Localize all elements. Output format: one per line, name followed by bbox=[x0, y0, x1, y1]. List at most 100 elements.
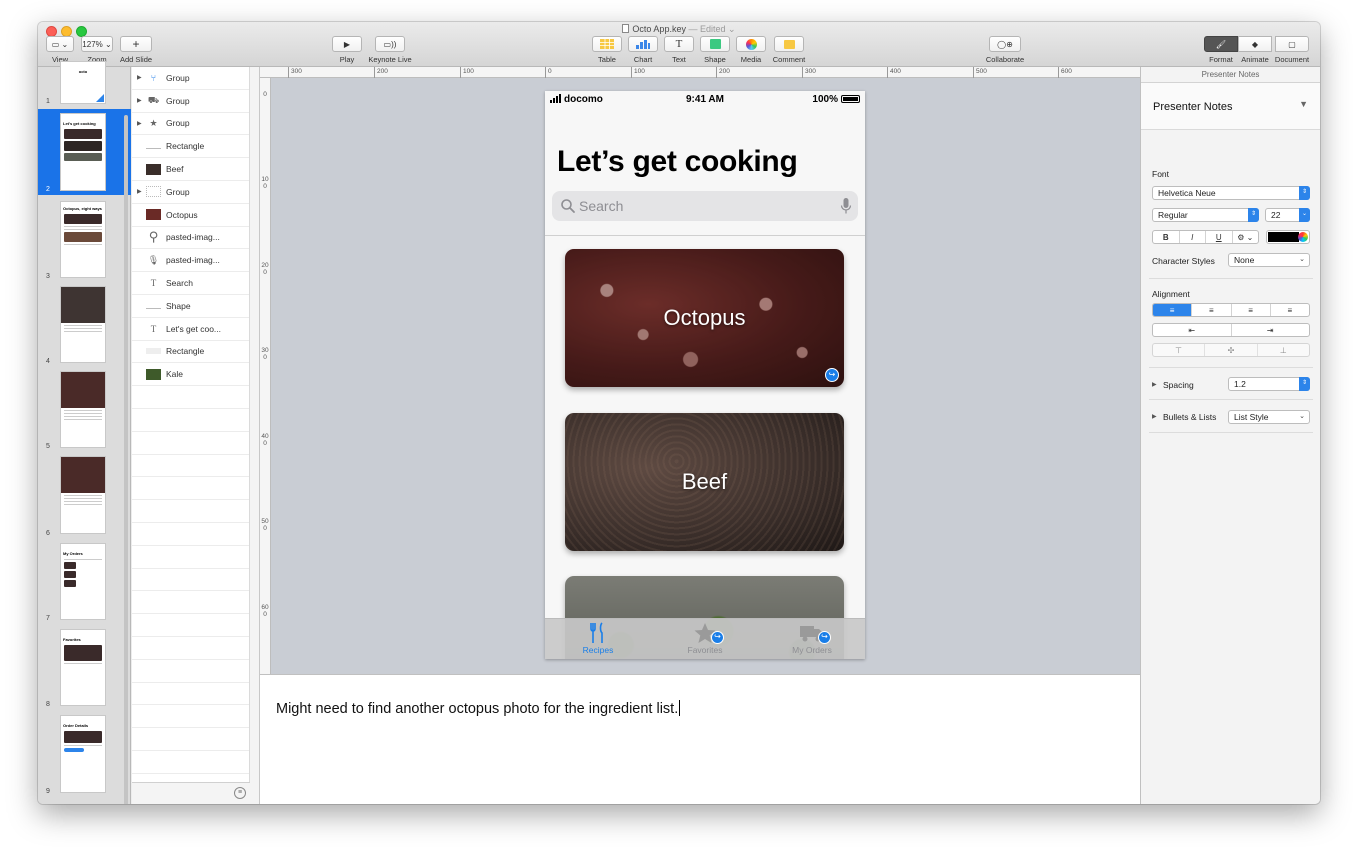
disclosure-triangle-icon[interactable]: ▶ bbox=[137, 97, 142, 104]
table-tool[interactable]: Table bbox=[592, 36, 622, 64]
slide-thumbnail-2[interactable]: Let's get cooking 2 bbox=[38, 109, 131, 195]
zoom-popup[interactable]: 127% ⌄ bbox=[81, 36, 113, 52]
filter-icon[interactable]: ≡ bbox=[234, 787, 246, 799]
layer-row[interactable]: ▶ ⑂ Group bbox=[132, 67, 249, 90]
slide-thumbnail-7[interactable]: My Orders 7 bbox=[38, 539, 131, 624]
table-button[interactable] bbox=[592, 36, 622, 52]
phone-large-title[interactable]: Let’s get cooking bbox=[557, 145, 798, 179]
spacing-popup[interactable]: 1.2 ⇕ bbox=[1228, 377, 1310, 391]
alignment-label: Alignment bbox=[1152, 289, 1190, 299]
layer-row[interactable]: ⚲ pasted-imag... bbox=[132, 227, 249, 250]
chart-button[interactable] bbox=[628, 36, 658, 52]
chevron-down-icon[interactable]: ⌄ bbox=[728, 24, 736, 34]
media-tool[interactable]: Media bbox=[736, 36, 766, 64]
font-size-field[interactable]: 22 ⌄ bbox=[1265, 208, 1310, 222]
chart-tool[interactable]: Chart bbox=[628, 36, 658, 64]
font-style-popup[interactable]: Regular ⇕ bbox=[1152, 208, 1259, 222]
color-wheel-icon[interactable] bbox=[1298, 232, 1308, 242]
font-family-popup[interactable]: Helvetica Neue ⇕ bbox=[1152, 186, 1310, 200]
play-button[interactable]: ▶ bbox=[332, 36, 362, 52]
disclosure-triangle-icon[interactable]: ▶ bbox=[137, 74, 142, 81]
tab-my-orders[interactable]: ↪ My Orders bbox=[759, 622, 865, 655]
align-center-icon[interactable]: ≡ bbox=[1192, 304, 1232, 316]
layer-row[interactable]: Shape bbox=[132, 295, 249, 318]
layer-row[interactable]: Kale bbox=[132, 363, 249, 387]
align-left-icon[interactable]: ≡ bbox=[1153, 304, 1193, 316]
slide-thumbnail-5[interactable]: 5 bbox=[38, 367, 131, 452]
layer-row[interactable]: ▶ ⛟ Group bbox=[132, 90, 249, 113]
zoom-tool[interactable]: 127% ⌄ Zoom bbox=[81, 36, 113, 64]
recipe-card-octopus[interactable]: Octopus ↪ bbox=[565, 249, 844, 387]
text-tool[interactable]: T Text bbox=[664, 36, 694, 64]
disclosure-triangle-icon[interactable]: ▶ bbox=[137, 188, 142, 195]
disclosure-triangle-icon[interactable]: ▶ bbox=[137, 120, 142, 127]
slide-canvas[interactable]: 300 200 100 0 100 200 300 400 500 600 0 … bbox=[260, 67, 1140, 674]
italic-button[interactable]: I bbox=[1180, 231, 1206, 243]
character-styles-popup[interactable]: None ⌄ bbox=[1228, 253, 1310, 267]
list-style-popup[interactable]: List Style ⌄ bbox=[1228, 410, 1310, 424]
keynote-live-tool[interactable]: ▭)) Keynote Live bbox=[366, 36, 414, 64]
view-button[interactable]: ▭ ⌄ bbox=[46, 36, 74, 52]
comment-tool[interactable]: Comment bbox=[772, 36, 806, 64]
layer-row[interactable]: Beef bbox=[132, 158, 249, 181]
card-label: Octopus bbox=[663, 305, 746, 330]
align-right-icon[interactable]: ≡ bbox=[1232, 304, 1271, 316]
layer-row[interactable]: ▶ ★ Group bbox=[132, 113, 249, 136]
phone-mockup-slide[interactable]: docomo 9:41 AM 100% Let’s get cooking Se… bbox=[545, 91, 865, 659]
shape-button[interactable] bbox=[700, 36, 730, 52]
add-slide-button[interactable]: + bbox=[120, 36, 152, 52]
document-button[interactable]: ▢ bbox=[1275, 36, 1309, 52]
recipe-card-beef[interactable]: Beef bbox=[565, 413, 844, 551]
underline-button[interactable]: U bbox=[1206, 231, 1233, 243]
media-button[interactable] bbox=[736, 36, 766, 52]
add-slide-tool[interactable]: + Add Slide bbox=[118, 36, 154, 64]
collaborate-button[interactable]: ◯⊕ bbox=[989, 36, 1021, 52]
paragraph-style-selector[interactable]: Presenter Notes ▼ bbox=[1141, 83, 1320, 130]
slide-thumbnail-6[interactable]: 6 bbox=[38, 452, 131, 539]
format-button[interactable]: 🖌 bbox=[1204, 36, 1238, 52]
align-justify-icon[interactable]: ≡ bbox=[1271, 304, 1309, 316]
layer-row[interactable]: Rectangle bbox=[132, 341, 249, 364]
layer-row[interactable]: ▶ Group bbox=[132, 181, 249, 204]
chevron-down-icon[interactable]: ▼ bbox=[1299, 99, 1308, 109]
slide-thumbnail-1[interactable]: octo 1 bbox=[38, 61, 131, 107]
layer-row[interactable]: 🎙 pasted-imag... bbox=[132, 249, 249, 273]
animate-tool[interactable]: ◆ Animate bbox=[1238, 36, 1272, 64]
increase-indent-icon[interactable]: ⇥ bbox=[1232, 324, 1310, 336]
disclosure-triangle-icon[interactable]: ▶ bbox=[1152, 381, 1157, 388]
text-color-well[interactable] bbox=[1266, 230, 1310, 244]
presenter-notes-editor[interactable]: Might need to find another octopus photo… bbox=[260, 674, 1140, 804]
shape-tool[interactable]: Shape bbox=[700, 36, 730, 64]
keynote-live-button[interactable]: ▭)) bbox=[375, 36, 405, 52]
align-bottom-icon[interactable]: ⊥ bbox=[1258, 344, 1309, 356]
layer-row[interactable]: T Search bbox=[132, 272, 249, 295]
presenter-notes-text[interactable]: Might need to find another octopus photo… bbox=[276, 700, 681, 717]
slide-thumbnail-3[interactable]: Octopus, eight ways 3 bbox=[38, 197, 131, 282]
document-tool[interactable]: ▢ Document bbox=[1272, 36, 1312, 64]
slide-thumbnail-9[interactable]: Order Details 9 bbox=[38, 711, 131, 797]
tab-recipes[interactable]: Recipes bbox=[545, 622, 651, 655]
comment-button[interactable] bbox=[774, 36, 804, 52]
collaborate-tool[interactable]: ◯⊕ Collaborate bbox=[984, 36, 1026, 64]
text-button[interactable]: T bbox=[664, 36, 694, 52]
align-top-icon[interactable]: ⊤ bbox=[1153, 344, 1206, 356]
slide-thumbnail-8[interactable]: Favorites 8 bbox=[38, 625, 131, 710]
decrease-indent-icon[interactable]: ⇤ bbox=[1153, 324, 1232, 336]
navigator-scrollbar[interactable] bbox=[124, 115, 128, 804]
layer-name: Group bbox=[166, 186, 190, 197]
view-tool[interactable]: ▭ ⌄ View bbox=[46, 36, 74, 64]
disclosure-triangle-icon[interactable]: ▶ bbox=[1152, 413, 1157, 420]
play-tool[interactable]: ▶ Play bbox=[332, 36, 362, 64]
slide-thumbnail-4[interactable]: 4 bbox=[38, 282, 131, 367]
tab-favorites[interactable]: ↪ Favorites bbox=[652, 622, 758, 655]
phone-search-bar[interactable]: Search bbox=[552, 191, 858, 221]
format-tool[interactable]: 🖌 Format bbox=[1204, 36, 1238, 64]
animate-button[interactable]: ◆ bbox=[1238, 36, 1272, 52]
slide-preview: Order Details bbox=[60, 715, 106, 793]
bold-button[interactable]: B bbox=[1153, 231, 1180, 243]
layer-row[interactable]: Octopus bbox=[132, 204, 249, 227]
layer-row[interactable]: T Let's get coo... bbox=[132, 318, 249, 341]
align-middle-icon[interactable]: ✣ bbox=[1205, 344, 1258, 356]
gear-icon[interactable]: ⚙ ⌄ bbox=[1233, 231, 1259, 243]
layer-row[interactable]: Rectangle bbox=[132, 135, 249, 159]
